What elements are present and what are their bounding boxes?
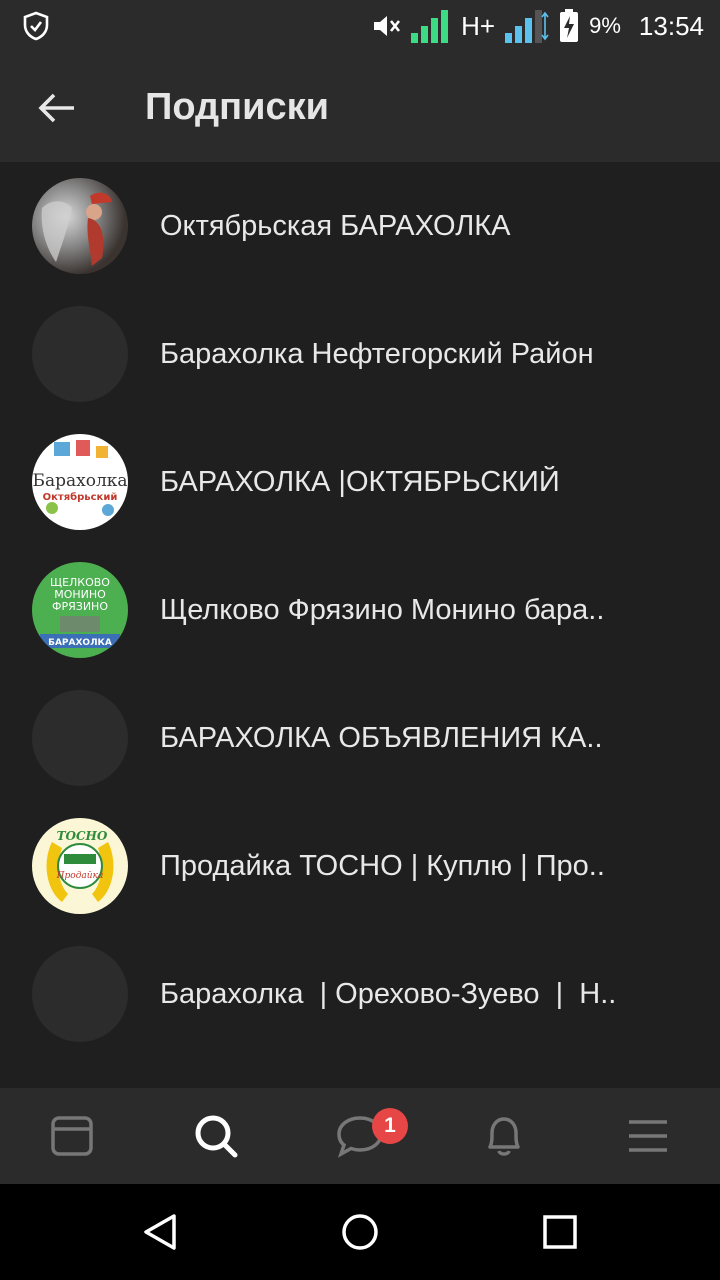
nav-menu[interactable]: [576, 1088, 720, 1184]
avatar-logo: Барахолка Октябрьский: [32, 440, 128, 516]
system-home-button[interactable]: [330, 1202, 390, 1262]
subscription-name: Щелково Фрязино Монино бара..: [160, 593, 605, 626]
clock: 13:54: [638, 10, 704, 41]
list-item[interactable]: БАРАХОЛКА ОБЪЯВЛЕНИЯ КА..: [0, 674, 720, 802]
system-back-button[interactable]: [130, 1202, 190, 1262]
list-item[interactable]: ЩЕЛКОВО МОНИНО ФРЯЗИНО БАРАХОЛКА Щелково…: [0, 546, 720, 674]
avatar: Барахолка Октябрьский: [32, 434, 128, 530]
avatar-photo: [41, 192, 112, 266]
avatar: [32, 178, 128, 274]
messages-badge: 1: [372, 1108, 408, 1144]
avatar: [32, 690, 128, 786]
battery-charging-icon: [560, 9, 579, 42]
status-icons: H+ 9% 13:54: [371, 0, 704, 52]
subscription-name: Продайка ТОСНО | Куплю | Про..: [160, 849, 605, 882]
status-bar: H+ 9% 13:54: [0, 0, 720, 52]
nav-messages[interactable]: [288, 1088, 432, 1184]
nav-search[interactable]: [144, 1088, 288, 1184]
avatar: ТОСНО Продайка: [32, 818, 128, 914]
avatar: ЩЕЛКОВО МОНИНО ФРЯЗИНО БАРАХОЛКА: [32, 562, 128, 658]
signal-icon: [411, 10, 449, 43]
subscription-name: БАРАХОЛКА |ОКТЯБРЬСКИЙ: [160, 465, 560, 498]
bottom-navigation: [0, 1088, 720, 1184]
back-triangle-icon: [144, 1214, 176, 1250]
battery-percent: 9%: [589, 13, 621, 38]
list-item[interactable]: Октябрьская БАРАХОЛКА: [0, 162, 720, 290]
nav-feed[interactable]: [0, 1088, 144, 1184]
nav-notifications[interactable]: [432, 1088, 576, 1184]
subscription-name: Октябрьская БАРАХОЛКА: [160, 209, 511, 242]
avatar-logo: ТОСНО Продайка: [46, 829, 114, 902]
avatar-logo-line: Продайка: [56, 871, 104, 881]
network-type: H+: [461, 10, 496, 41]
page-title: Подписки: [145, 86, 329, 128]
back-button[interactable]: [30, 82, 82, 134]
bell-icon: [488, 1117, 520, 1156]
feed-icon: [51, 1116, 93, 1156]
avatar-logo-line: ФРЯЗИНО: [52, 600, 108, 613]
home-circle-icon: [342, 1214, 378, 1250]
search-icon: [195, 1115, 238, 1158]
shield-icon: [23, 11, 49, 41]
system-recents-button[interactable]: [530, 1202, 590, 1262]
avatar-logo: ЩЕЛКОВО МОНИНО ФРЯЗИНО БАРАХОЛКА: [40, 576, 120, 648]
arrow-left-icon: [38, 93, 74, 123]
subscription-name: БАРАХОЛКА ОБЪЯВЛЕНИЯ КА..: [160, 721, 603, 754]
mute-icon: [374, 16, 401, 36]
list-item[interactable]: Барахолка Нефтегорский Район: [0, 290, 720, 418]
system-navigation-bar: [0, 1184, 720, 1280]
subscription-name: Барахолка Нефтегорский Район: [160, 337, 594, 370]
list-item[interactable]: ТОСНО Продайка Продайка ТОСНО | Куплю | …: [0, 802, 720, 930]
avatar-logo-line: ТОСНО: [57, 829, 108, 843]
avatar-logo-line: БАРАХОЛКА: [48, 638, 112, 648]
signal-icon: [505, 10, 549, 43]
subscriptions-list: Октябрьская БАРАХОЛКА Барахолка Нефтегор…: [0, 162, 720, 1058]
list-item[interactable]: Барахолка Октябрьский БАРАХОЛКА |ОКТЯБРЬ…: [0, 418, 720, 546]
recents-square-icon: [543, 1215, 577, 1249]
menu-icon: [629, 1120, 667, 1152]
avatar: [32, 306, 128, 402]
subscription-name: Барахолка | Орехово-Зуево | Н..: [160, 977, 617, 1010]
list-item[interactable]: Барахолка | Орехово-Зуево | Н..: [0, 930, 720, 1058]
app-header: Подписки: [0, 52, 720, 162]
avatar: [32, 946, 128, 1042]
avatar-logo-line: Октябрьский: [43, 491, 118, 503]
avatar-logo-line: Барахолка: [32, 471, 127, 491]
